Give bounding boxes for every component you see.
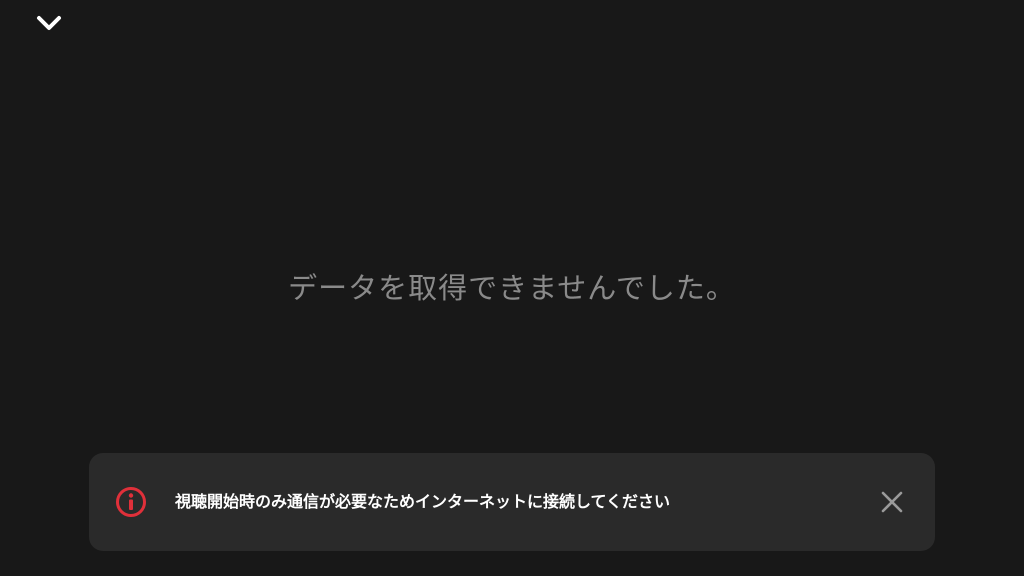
toast-message: 視聴開始時のみ通信が必要なためインターネットに接続してください xyxy=(175,492,671,511)
player-screen: データを取得できませんでした。 視聴開始時のみ通信が必要なためインターネットに接… xyxy=(0,0,1024,576)
error-message: データを取得できませんでした。 xyxy=(288,271,736,305)
toast-close-button[interactable] xyxy=(877,487,907,517)
collapse-button[interactable] xyxy=(32,8,66,38)
chevron-down-icon xyxy=(36,15,62,31)
network-toast: 視聴開始時のみ通信が必要なためインターネットに接続してください xyxy=(89,453,935,551)
info-icon xyxy=(115,486,147,518)
close-icon xyxy=(880,490,904,514)
